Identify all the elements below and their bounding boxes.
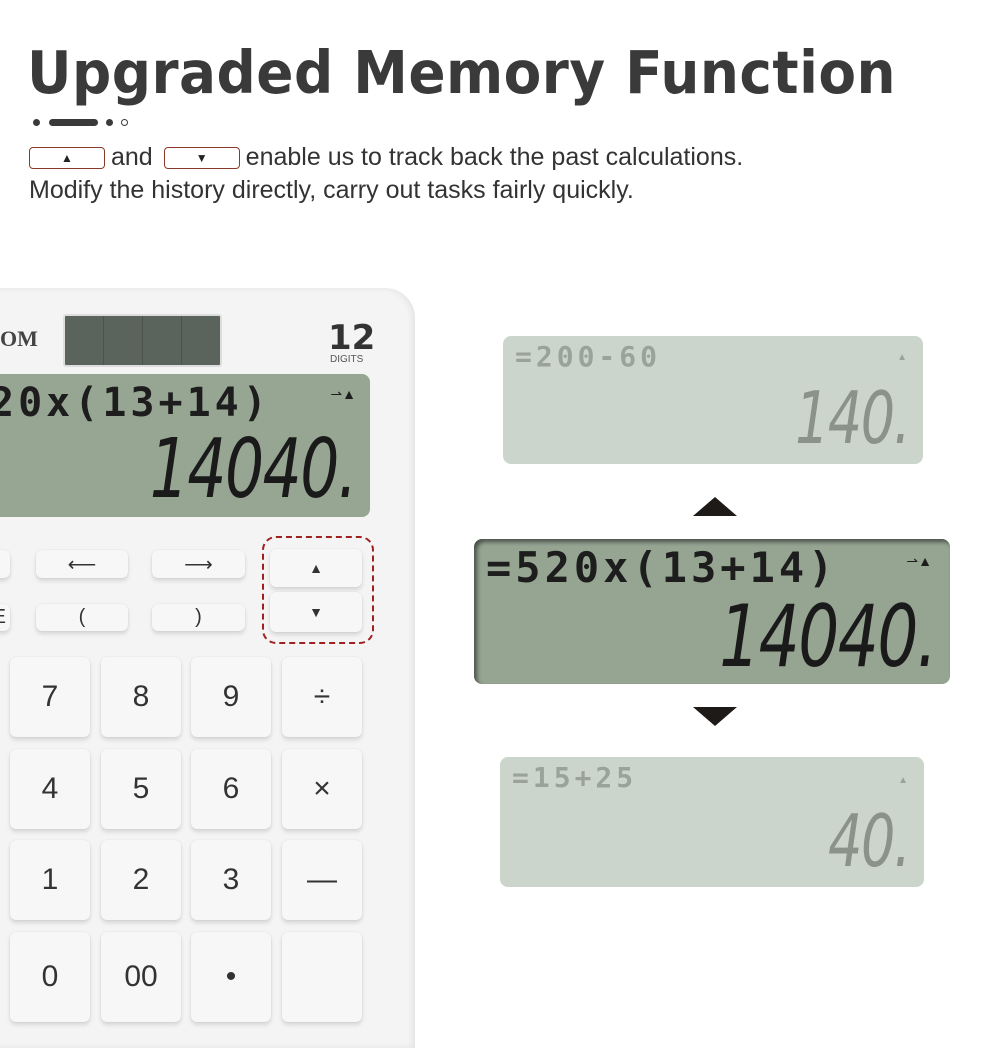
key-blank[interactable] [282,932,362,1022]
key-•[interactable]: • [191,932,271,1022]
up-arrow-icon [693,497,737,516]
line1-text: enable us to track back the past calcula… [245,143,744,171]
up-triangle-icon: ▲ [61,151,73,166]
key-—[interactable]: — [282,840,362,920]
history-expression: =200-60 [515,340,662,373]
history-display-previous: =200-60 ▲ 140. [503,336,923,464]
page-title: Upgraded Memory Function [27,38,897,107]
cursor-right-key[interactable]: ⟶ [152,550,245,578]
calculator-display: 20x(13+14) ⇀▲ 14040. [0,374,370,517]
dot [106,119,113,126]
digits-label: DIGITS [330,354,364,365]
and-text: and [111,143,153,171]
key-5[interactable]: 5 [101,749,181,829]
dot-hollow [121,119,128,126]
key-÷[interactable]: ÷ [282,657,362,737]
history-display-current: =520x(13+14) ⇀▲ 14040. [474,539,950,684]
history-indicator: ⇀▲ [906,553,932,569]
open-paren-key[interactable]: ( [36,604,128,631]
key-9[interactable]: 9 [191,657,271,737]
dash [49,119,98,126]
function-key[interactable] [0,550,10,578]
display-expression: 20x(13+14) [0,380,271,426]
dot [33,119,40,126]
key-2[interactable]: 2 [101,840,181,920]
description-line-1: ▲ and ▼ enable us to track back the past c… [29,143,743,172]
key-7[interactable]: 7 [10,657,90,737]
history-indicator: ▲ [897,352,907,363]
brand-logo: OM [0,326,38,351]
history-result: 40. [828,799,912,883]
history-indicator: ▲ [898,775,908,786]
display-indicator: ⇀▲ [330,386,356,402]
history-display-next: =15+25 ▲ 40. [500,757,924,887]
history-result: 140. [794,376,911,460]
down-arrow-icon [693,707,737,726]
history-up-key[interactable]: ▲ [270,549,362,587]
history-down-key[interactable]: ▼ [270,592,362,632]
display-result: 14040. [149,422,358,517]
cursor-left-key[interactable]: ⟵ [36,550,128,578]
key-8[interactable]: 8 [101,657,181,737]
key-1[interactable]: 1 [10,840,90,920]
down-key-chip: ▼ [163,147,240,170]
key-×[interactable]: × [282,749,362,829]
history-expression: =520x(13+14) [486,543,838,592]
key-3[interactable]: 3 [191,840,271,920]
digits-count: 12 [328,318,376,358]
down-triangle-icon: ▼ [195,151,208,166]
history-expression: =15+25 [512,761,638,794]
key-6[interactable]: 6 [191,749,271,829]
key-0[interactable]: 0 [10,932,90,1022]
key-00[interactable]: 00 [101,932,181,1022]
solar-panel [63,314,222,367]
close-paren-key[interactable]: ) [152,604,245,631]
description-line-2: Modify the history directly, carry out t… [29,176,634,204]
up-key-chip: ▲ [29,147,105,170]
key-4[interactable]: 4 [10,749,90,829]
e-key[interactable]: E [0,604,10,631]
history-result: 14040. [719,587,937,684]
